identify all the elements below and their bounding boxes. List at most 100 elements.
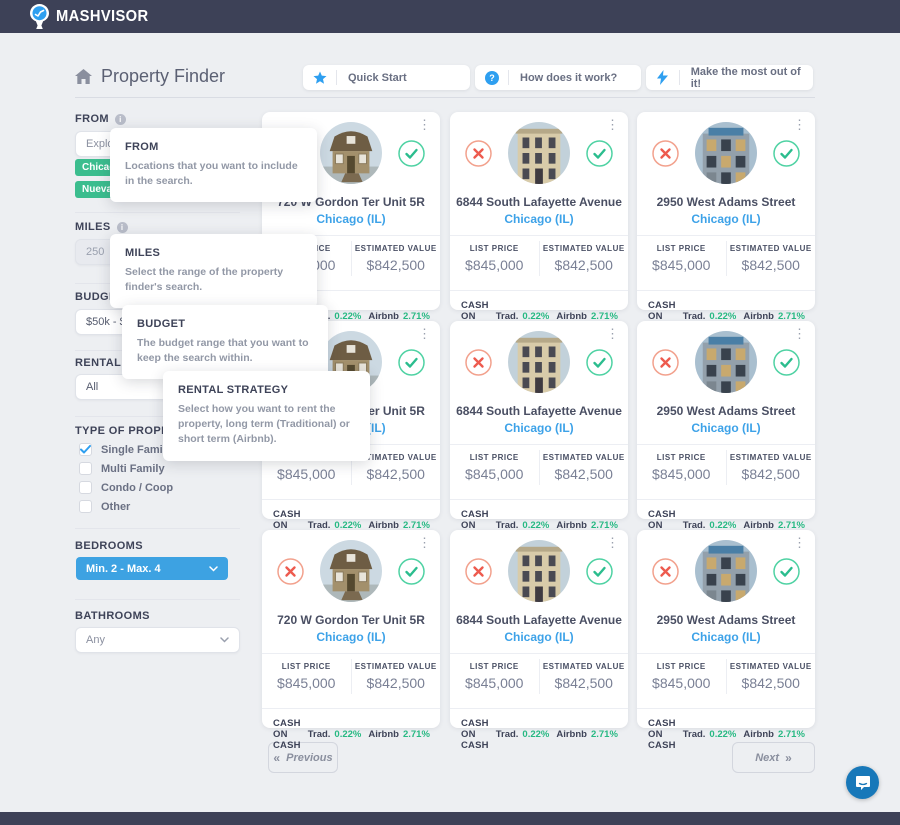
accept-property-button[interactable] bbox=[773, 140, 800, 167]
divider bbox=[75, 212, 240, 213]
accept-property-button[interactable] bbox=[398, 140, 425, 167]
property-photo bbox=[508, 540, 570, 602]
property-card: ⋮720 W Gordon Ter Unit 5RChicago (IL)LIS… bbox=[262, 530, 440, 728]
card-menu-icon[interactable]: ⋮ bbox=[606, 118, 619, 131]
card-menu-icon[interactable]: ⋮ bbox=[606, 536, 619, 549]
reject-property-button[interactable] bbox=[465, 349, 492, 376]
card-menu-icon[interactable]: ⋮ bbox=[606, 327, 619, 340]
card-menu-icon[interactable]: ⋮ bbox=[418, 118, 431, 131]
airbnb-coc-value: 2.71% bbox=[778, 729, 805, 740]
property-photo bbox=[320, 540, 382, 602]
estimated-value-label: ESTIMATED VALUE bbox=[730, 453, 812, 462]
property-city-link[interactable]: Chicago (IL) bbox=[637, 421, 815, 435]
property-type-option[interactable]: Other bbox=[79, 500, 130, 513]
card-menu-icon[interactable]: ⋮ bbox=[793, 536, 806, 549]
property-city-link[interactable]: Chicago (IL) bbox=[637, 212, 815, 226]
tooltip-from: FROMLocations that you want to include i… bbox=[110, 128, 317, 202]
trad-coc-value: 0.22% bbox=[522, 729, 549, 740]
property-city-link[interactable]: Chicago (IL) bbox=[450, 421, 628, 435]
reject-property-button[interactable] bbox=[652, 140, 679, 167]
mashvisor-logo[interactable]: MASHVISOR bbox=[30, 4, 157, 29]
checkbox-icon[interactable] bbox=[79, 462, 92, 475]
action-button-question[interactable]: ?How does it work? bbox=[475, 65, 641, 90]
property-address: 2950 West Adams Street bbox=[637, 613, 815, 627]
tooltip-budget: BUDGETThe budget range that you want to … bbox=[122, 305, 328, 379]
accept-property-button[interactable] bbox=[586, 140, 613, 167]
estimated-value: $842,500 bbox=[555, 466, 613, 482]
property-type-option[interactable]: Condo / Coop bbox=[79, 481, 173, 494]
list-price-label: LIST PRICE bbox=[282, 662, 331, 671]
estimated-value-label: ESTIMATED VALUE bbox=[355, 244, 437, 253]
accept-property-button[interactable] bbox=[398, 349, 425, 376]
accept-property-button[interactable] bbox=[773, 349, 800, 376]
property-city-link[interactable]: Chicago (IL) bbox=[450, 630, 628, 644]
bottom-bar bbox=[0, 812, 900, 825]
property-card: ⋮ 6844 South Lafayette Avenue Chicago (IL)… bbox=[450, 530, 628, 728]
property-address: 6844 South Lafayette Avenue bbox=[450, 613, 628, 627]
property-city-link[interactable]: Chicago (IL) bbox=[262, 630, 440, 644]
price-section: LIST PRICE$845,000ESTIMATED VALUE$842,50… bbox=[262, 654, 440, 699]
checkbox-checked-icon[interactable] bbox=[79, 443, 92, 456]
estimated-value: $842,500 bbox=[742, 257, 800, 273]
reject-property-button[interactable] bbox=[652, 349, 679, 376]
cash-on-cash-row: CASH ON CASHTrad.0.22%Airbnb2.71% bbox=[450, 709, 628, 751]
accept-property-button[interactable] bbox=[586, 349, 613, 376]
list-price-value: $845,000 bbox=[465, 257, 523, 273]
estimated-value-label: ESTIMATED VALUE bbox=[355, 662, 437, 671]
info-icon[interactable]: i bbox=[117, 222, 128, 233]
reject-property-button[interactable] bbox=[465, 558, 492, 585]
card-menu-icon[interactable]: ⋮ bbox=[793, 118, 806, 131]
list-price-value: $845,000 bbox=[465, 466, 523, 482]
action-button-bolt[interactable]: Make the most out of it! bbox=[646, 65, 813, 90]
top-navbar: MASHVISOR bbox=[0, 0, 900, 33]
card-menu-icon[interactable]: ⋮ bbox=[793, 327, 806, 340]
estimated-value: $842,500 bbox=[367, 675, 425, 691]
filter-miles-label: MILES i bbox=[75, 221, 128, 233]
reject-property-button[interactable] bbox=[465, 140, 492, 167]
price-section: LIST PRICE$845,000ESTIMATED VALUE$842,50… bbox=[637, 445, 815, 490]
estimated-value-label: ESTIMATED VALUE bbox=[543, 662, 625, 671]
list-price-label: LIST PRICE bbox=[470, 662, 519, 671]
chevron-down-icon bbox=[220, 637, 229, 643]
star-icon bbox=[303, 71, 336, 85]
list-price-value: $845,000 bbox=[465, 675, 523, 691]
double-chevron-right-icon: » bbox=[785, 751, 792, 765]
checkbox-icon[interactable] bbox=[79, 500, 92, 513]
property-type-option[interactable]: Multi Family bbox=[79, 462, 165, 475]
reject-property-button[interactable] bbox=[652, 558, 679, 585]
property-city-link[interactable]: Chicago (IL) bbox=[637, 630, 815, 644]
property-city-link[interactable]: Chicago (IL) bbox=[450, 212, 628, 226]
accept-property-button[interactable] bbox=[398, 558, 425, 585]
property-city-link[interactable]: Chicago (IL) bbox=[262, 212, 440, 226]
property-card: ⋮2950 West Adams StreetChicago (IL)LIST … bbox=[637, 112, 815, 310]
tooltip-miles: MILESSelect the range of the property fi… bbox=[110, 234, 317, 308]
chat-widget-button[interactable] bbox=[846, 766, 879, 799]
accept-property-button[interactable] bbox=[586, 558, 613, 585]
action-button-star[interactable]: Quick Start bbox=[303, 65, 470, 90]
card-menu-icon[interactable]: ⋮ bbox=[418, 536, 431, 549]
accept-property-button[interactable] bbox=[773, 558, 800, 585]
home-icon bbox=[75, 69, 92, 84]
card-menu-icon[interactable]: ⋮ bbox=[418, 327, 431, 340]
page-title-text: Property Finder bbox=[101, 66, 225, 87]
bedrooms-select[interactable]: Min. 2 - Max. 4 bbox=[76, 557, 228, 580]
trad-coc-value: 0.22% bbox=[334, 729, 361, 740]
page-title: Property Finder bbox=[75, 66, 225, 87]
estimated-value: $842,500 bbox=[742, 675, 800, 691]
list-price-label: LIST PRICE bbox=[657, 244, 706, 253]
property-card: ⋮6844 South Lafayette AvenueChicago (IL)… bbox=[450, 321, 628, 519]
header-divider bbox=[75, 97, 815, 98]
info-icon[interactable]: i bbox=[115, 114, 126, 125]
property-card: ⋮6844 South Lafayette AvenueChicago (IL)… bbox=[450, 112, 628, 310]
card-actions bbox=[262, 530, 440, 602]
reject-property-button[interactable] bbox=[277, 558, 304, 585]
price-section: LIST PRICE$845,000ESTIMATED VALUE$842,50… bbox=[450, 445, 628, 490]
list-price-value: $845,000 bbox=[277, 466, 335, 482]
estimated-value-label: ESTIMATED VALUE bbox=[543, 453, 625, 462]
map-pin-logo-icon bbox=[30, 4, 49, 29]
price-section: LIST PRICE$845,000ESTIMATED VALUE$842,50… bbox=[637, 654, 815, 699]
bathrooms-select[interactable]: Any bbox=[75, 627, 240, 653]
filter-bathrooms-label: BATHROOMS bbox=[75, 610, 150, 622]
checkbox-icon[interactable] bbox=[79, 481, 92, 494]
question-icon: ? bbox=[475, 71, 508, 85]
